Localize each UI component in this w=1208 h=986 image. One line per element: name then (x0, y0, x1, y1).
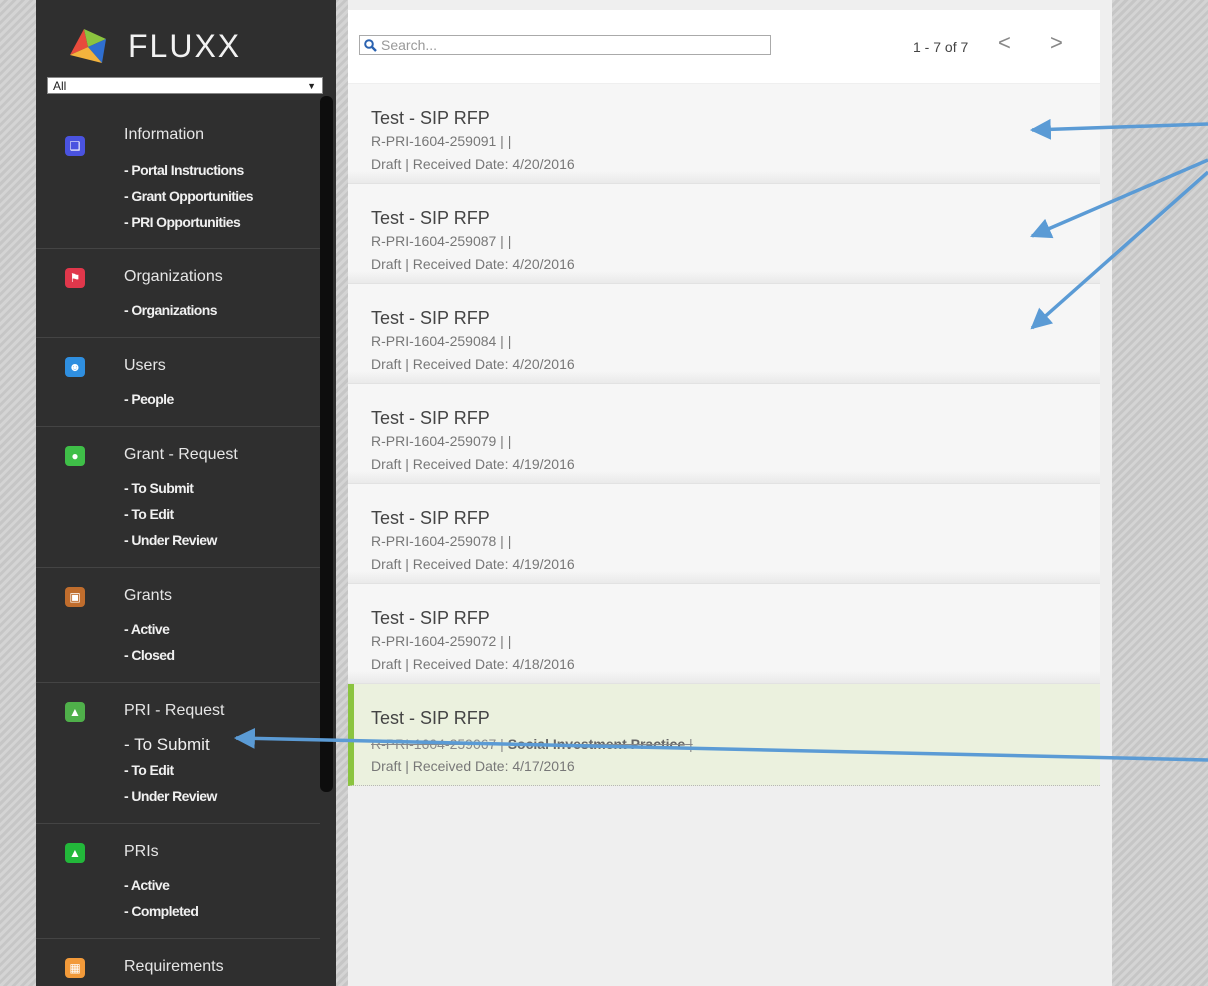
sidebar-link[interactable]: - Completed (124, 903, 199, 919)
dropdown-arrow-icon: ▼ (307, 81, 316, 91)
sidebar-section-users: ☻ Users - People (36, 337, 320, 427)
sidebar-link[interactable]: - To Submit (124, 480, 194, 496)
sidebar-section-title[interactable]: Grant - Request (124, 446, 238, 464)
sidebar-section-grant-request: ● Grant - Request - To Submit - To Edit - Un… (36, 426, 320, 568)
request-id-line: R-PRI-1604-259087 | | (371, 233, 511, 249)
fluxx-logo-icon (70, 29, 106, 63)
request-id-line: R-PRI-1604-259091 | | (371, 133, 511, 149)
request-card[interactable]: Test - SIP RFP R-PRI-1604-259087 | | Draft… (348, 184, 1100, 284)
sidebar-link[interactable]: - Active (124, 877, 170, 893)
request-status: Draft | Received Date: 4/17/2016 (371, 758, 575, 774)
request-list: Test - SIP RFP R-PRI-1604-259091 | | Draft… (348, 84, 1100, 786)
sidebar-section-title[interactable]: PRIs (124, 843, 159, 861)
filter-select-value: All (53, 79, 67, 93)
logo: FLUXX (66, 22, 241, 70)
request-id: R-PRI-1604-259079 | | (371, 433, 512, 449)
request-title: Test - SIP RFP (371, 608, 490, 628)
request-card-selected[interactable]: Test - SIP RFP R-PRI-1604-259067 | Social… (348, 684, 1100, 786)
request-status: Draft | Received Date: 4/20/2016 (371, 356, 575, 372)
request-id-line: R-PRI-1604-259067 | Social Investment Pr… (371, 736, 693, 752)
request-id-line: R-PRI-1604-259084 | | (371, 333, 511, 349)
sidebar-link[interactable]: - To Edit (124, 506, 174, 522)
search-icon (364, 39, 377, 52)
request-id-suffix: | (685, 736, 693, 752)
request-status: Draft | Received Date: 4/19/2016 (371, 456, 575, 472)
grant-request-icon: ● (65, 446, 85, 466)
sidebar-section-pris: ▲ PRIs - Active - Completed (36, 823, 320, 939)
organizations-icon: ⚑ (65, 268, 85, 288)
pager-count: 1 - 7 of 7 (913, 39, 969, 55)
grants-icon: ▣ (65, 587, 85, 607)
request-id: R-PRI-1604-259084 | | (371, 333, 512, 349)
sidebar-link[interactable]: - Under Review (124, 788, 217, 804)
sidebar-section-title[interactable]: Information (124, 126, 204, 144)
requirements-icon: ▦ (65, 958, 85, 978)
request-status: Draft | Received Date: 4/20/2016 (371, 156, 575, 172)
sidebar-section-requirements: ▦ Requirements (36, 938, 320, 986)
sidebar-link[interactable]: - Active (124, 621, 170, 637)
sidebar-link[interactable]: - PRI Opportunities (124, 214, 241, 230)
request-id: R-PRI-1604-259091 | | (371, 133, 512, 149)
sidebar-section-grants: ▣ Grants - Active - Closed (36, 567, 320, 683)
request-title: Test - SIP RFP (371, 308, 490, 328)
filter-select[interactable]: All ▼ (47, 77, 323, 94)
next-page-button[interactable]: > (1050, 32, 1063, 54)
request-card[interactable]: Test - SIP RFP R-PRI-1604-259084 | | Draft… (348, 284, 1100, 384)
request-card[interactable]: Test - SIP RFP R-PRI-1604-259078 | | Draft… (348, 484, 1100, 584)
sidebar-section-information: ❑ Information - Portal Instructions - Grant… (36, 96, 320, 248)
sidebar-section-title[interactable]: Organizations (124, 268, 223, 286)
list-toolbar: 1 - 7 of 7 < > (348, 10, 1100, 83)
sidebar-section-pri-request: ▲ PRI - Request - To Submit - To Edit - Unde… (36, 682, 320, 824)
main-panel: 1 - 7 of 7 < > Test - SIP RFP R-PRI-1604-… (348, 0, 1112, 986)
request-title: Test - SIP RFP (371, 408, 490, 428)
request-id-line: R-PRI-1604-259079 | | (371, 433, 511, 449)
request-program: Social Investment Practice (507, 736, 686, 752)
pri-request-icon: ▲ (65, 702, 85, 722)
sidebar-section-title[interactable]: PRI - Request (124, 702, 224, 720)
users-icon: ☻ (65, 357, 85, 377)
request-title: Test - SIP RFP (371, 708, 490, 728)
sidebar-section-title[interactable]: Users (124, 357, 166, 375)
search-box[interactable] (359, 35, 771, 55)
sidebar: FLUXX All ▼ ❑ Information - Portal Instruc… (36, 0, 336, 986)
sidebar-link[interactable]: - Organizations (124, 302, 218, 318)
sidebar-link[interactable]: - Portal Instructions (124, 162, 244, 178)
request-status: Draft | Received Date: 4/18/2016 (371, 656, 575, 672)
prev-page-button[interactable]: < (998, 32, 1011, 54)
request-card[interactable]: Test - SIP RFP R-PRI-1604-259079 | | Draft… (348, 384, 1100, 484)
sidebar-link[interactable]: - Grant Opportunities (124, 188, 254, 204)
request-id: R-PRI-1604-259072 | | (371, 633, 512, 649)
sidebar-link[interactable]: - To Submit (124, 735, 210, 755)
sidebar-section-organizations: ⚑ Organizations - Organizations (36, 248, 320, 338)
request-status: Draft | Received Date: 4/19/2016 (371, 556, 575, 572)
request-title: Test - SIP RFP (371, 108, 490, 128)
information-icon: ❑ (65, 136, 85, 156)
request-id: R-PRI-1604-259087 | | (371, 233, 512, 249)
app-window: FLUXX All ▼ ❑ Information - Portal Instruc… (36, 0, 1112, 986)
search-input[interactable] (381, 36, 766, 54)
sidebar-scrollbar[interactable] (320, 96, 333, 792)
sidebar-section-title[interactable]: Requirements (124, 958, 224, 976)
app-name: FLUXX (128, 27, 242, 64)
request-id: R-PRI-1604-259078 | | (371, 533, 512, 549)
sidebar-link[interactable]: - Closed (124, 647, 175, 663)
request-id-line: R-PRI-1604-259072 | | (371, 633, 511, 649)
request-status: Draft | Received Date: 4/20/2016 (371, 256, 575, 272)
request-title: Test - SIP RFP (371, 208, 490, 228)
request-card[interactable]: Test - SIP RFP R-PRI-1604-259091 | | Draft… (348, 84, 1100, 184)
sidebar-link[interactable]: - Under Review (124, 532, 217, 548)
request-card[interactable]: Test - SIP RFP R-PRI-1604-259072 | | Draft… (348, 584, 1100, 684)
sidebar-link[interactable]: - People (124, 391, 174, 407)
pris-icon: ▲ (65, 843, 85, 863)
request-title: Test - SIP RFP (371, 508, 490, 528)
sidebar-section-title[interactable]: Grants (124, 587, 172, 605)
sidebar-link[interactable]: - To Edit (124, 762, 174, 778)
request-id: R-PRI-1604-259067 | (371, 736, 508, 752)
request-id-line: R-PRI-1604-259078 | | (371, 533, 511, 549)
